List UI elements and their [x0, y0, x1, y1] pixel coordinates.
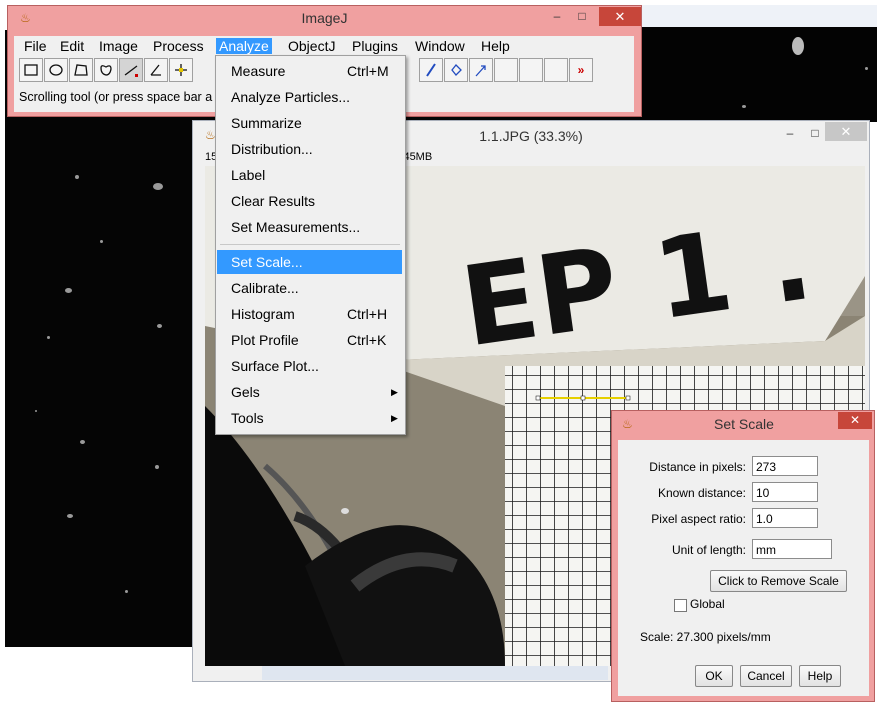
oval-icon[interactable] — [44, 58, 68, 82]
status-text: Scrolling tool (or press space bar a — [19, 90, 213, 104]
ok-button[interactable]: OK — [695, 665, 733, 687]
submenu-arrow-icon: ▶ — [391, 413, 398, 423]
menu-plugins[interactable]: Plugins — [349, 38, 401, 54]
unit-input[interactable]: mm — [752, 539, 832, 559]
menu-item-histogram[interactable]: Histogram Ctrl+H — [217, 302, 402, 326]
menu-process[interactable]: Process — [150, 38, 207, 54]
global-checkbox[interactable] — [674, 599, 687, 612]
menu-edit[interactable]: Edit — [57, 38, 87, 54]
scale-text: Scale: 27.300 pixels/mm — [640, 630, 771, 644]
menu-item-surface-plot[interactable]: Surface Plot... — [217, 354, 402, 378]
rectangle-icon[interactable] — [19, 58, 43, 82]
menu-item-analyze-particles[interactable]: Analyze Particles... — [217, 85, 402, 109]
submenu-arrow-icon: ▶ — [391, 387, 398, 397]
dialog-title: Set Scale — [714, 416, 774, 432]
menu-item-calibrate[interactable]: Calibrate... — [217, 276, 402, 300]
empty-tool-slot[interactable] — [544, 58, 568, 82]
menu-item-set-measurements[interactable]: Set Measurements... — [217, 215, 402, 239]
menu-item-gels[interactable]: Gels ▶ — [217, 380, 402, 404]
distance-label: Distance in pixels: — [649, 460, 746, 474]
menu-item-clear-results[interactable]: Clear Results — [217, 189, 402, 213]
menu-item-plot-profile[interactable]: Plot Profile Ctrl+K — [217, 328, 402, 352]
menu-item-tools[interactable]: Tools ▶ — [217, 406, 402, 430]
unit-label: Unit of length: — [671, 543, 746, 557]
image-minimize-button[interactable]: – — [779, 125, 801, 142]
background-window-strip — [262, 666, 608, 680]
remove-scale-button[interactable]: Click to Remove Scale — [710, 570, 847, 592]
dialog-body: Distance in pixels: 273 Known distance: … — [618, 440, 869, 696]
menu-item-label[interactable]: Label — [217, 163, 402, 187]
global-label: Global — [690, 597, 725, 611]
distance-input[interactable]: 273 — [752, 456, 818, 476]
analyze-dropdown-menu: Measure Ctrl+M Analyze Particles... Summa… — [215, 55, 406, 435]
menu-item-summarize[interactable]: Summarize — [217, 111, 402, 135]
menu-objectj[interactable]: ObjectJ — [285, 38, 338, 54]
cancel-button[interactable]: Cancel — [740, 665, 792, 687]
freehand-icon[interactable] — [94, 58, 118, 82]
known-distance-label: Known distance: — [657, 486, 746, 500]
menu-item-set-scale[interactable]: Set Scale... — [217, 250, 402, 274]
minimize-button[interactable]: – — [546, 8, 568, 25]
menu-file[interactable]: File — [21, 38, 50, 54]
point-icon[interactable] — [169, 58, 193, 82]
background-image-right — [640, 27, 877, 122]
menu-window[interactable]: Window — [412, 38, 468, 54]
menu-help[interactable]: Help — [478, 38, 513, 54]
flood-fill-icon[interactable] — [444, 58, 468, 82]
menu-item-distribution[interactable]: Distribution... — [217, 137, 402, 161]
image-close-button[interactable]: ✕ — [825, 122, 867, 141]
background-window-titlebar — [640, 5, 877, 28]
menu-image[interactable]: Image — [96, 38, 141, 54]
menu-bar: File Edit Image Process Analyze ObjectJ … — [14, 36, 634, 56]
maximize-button[interactable]: □ — [571, 8, 593, 25]
polygon-icon[interactable] — [69, 58, 93, 82]
help-button[interactable]: Help — [799, 665, 841, 687]
image-maximize-button[interactable]: □ — [804, 125, 826, 142]
more-tools-icon[interactable]: » — [569, 58, 593, 82]
line-icon[interactable] — [119, 58, 143, 82]
close-button[interactable]: ✕ — [599, 7, 641, 26]
arrow-icon[interactable] — [469, 58, 493, 82]
aspect-ratio-label: Pixel aspect ratio: — [651, 512, 746, 526]
empty-tool-slot[interactable] — [519, 58, 543, 82]
imagej-titlebar[interactable]: ♨ ImageJ – □ ✕ — [8, 6, 641, 31]
pencil-icon[interactable] — [419, 58, 443, 82]
angle-icon[interactable] — [144, 58, 168, 82]
known-distance-input[interactable]: 10 — [752, 482, 818, 502]
menu-item-measure[interactable]: Measure Ctrl+M — [217, 59, 402, 83]
dialog-close-button[interactable]: ✕ — [838, 412, 872, 429]
menu-analyze[interactable]: Analyze — [216, 38, 272, 54]
aspect-ratio-input[interactable]: 1.0 — [752, 508, 818, 528]
menu-separator — [220, 244, 400, 245]
set-scale-dialog: ♨ Set Scale ✕ Distance in pixels: 273 Kn… — [611, 410, 875, 702]
empty-tool-slot[interactable] — [494, 58, 518, 82]
